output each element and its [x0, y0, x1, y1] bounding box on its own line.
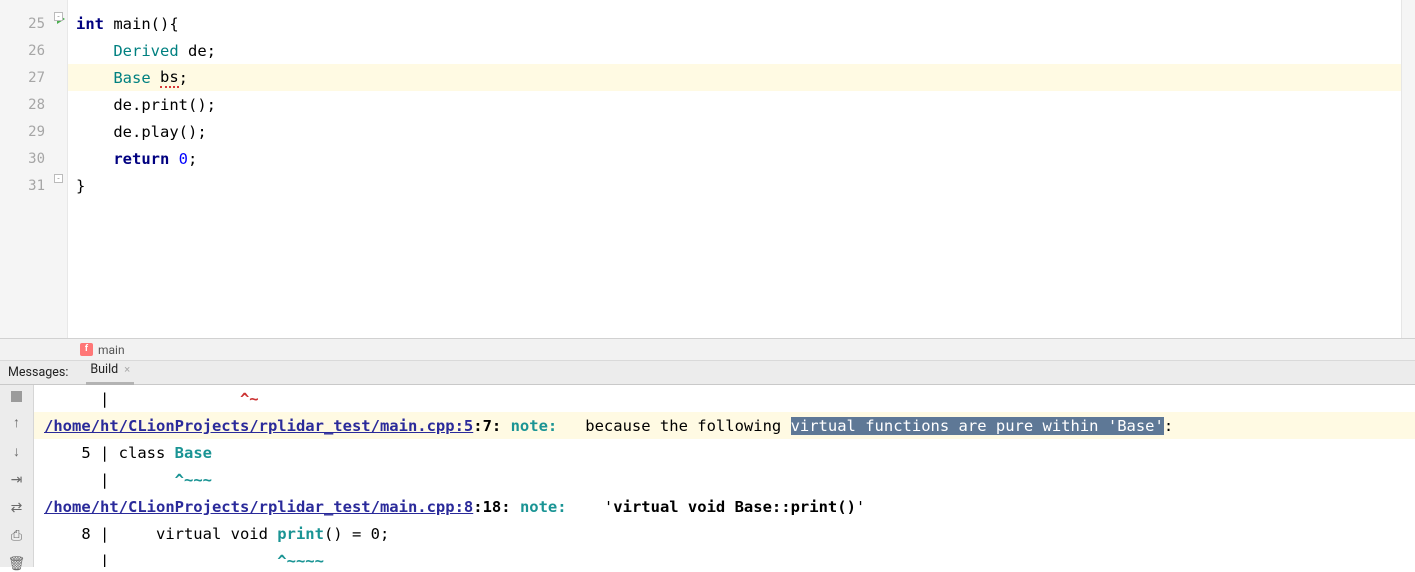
- code-token: ;: [179, 69, 188, 87]
- function-icon: f: [80, 343, 93, 356]
- code-line[interactable]: int main(){: [68, 10, 1415, 37]
- message-text: |: [44, 471, 175, 489]
- messages-toolbar: ↑ ↓ ⇥ ⇄ ⎙ 🗑: [0, 385, 34, 567]
- code-line[interactable]: de.play();: [68, 118, 1415, 145]
- code-token: Derived: [113, 42, 178, 60]
- code-line[interactable]: return 0;: [68, 145, 1415, 172]
- messages-tab-build[interactable]: Build ×: [86, 361, 134, 385]
- selected-text: ': [1155, 417, 1164, 435]
- code-token: ;: [188, 150, 197, 168]
- stop-icon: [11, 391, 22, 402]
- message-text: :7:: [473, 417, 510, 435]
- message-text: |: [44, 552, 277, 568]
- code-line[interactable]: [68, 0, 1415, 10]
- code-token: [76, 42, 113, 60]
- message-text: 8 | virtual void: [44, 525, 277, 543]
- code-line[interactable]: }: [68, 172, 1415, 199]
- message-line[interactable]: /home/ht/CLionProjects/rplidar_test/main…: [34, 412, 1415, 439]
- file-link[interactable]: /home/ht/CLionProjects/rplidar_test/main…: [44, 417, 473, 435]
- message-text: 5 | class: [44, 444, 175, 462]
- code-token: de.play();: [76, 123, 207, 141]
- messages-panel: ↑ ↓ ⇥ ⇄ ⎙ 🗑 | ^~ /home/ht/CLionProjects/r…: [0, 385, 1415, 567]
- message-line[interactable]: | ^~~~: [34, 466, 1415, 493]
- message-text: :18:: [473, 498, 520, 516]
- message-line[interactable]: 8 | virtual void print() = 0;: [34, 520, 1415, 547]
- next-message-button[interactable]: ↓: [7, 443, 27, 460]
- code-token: int: [76, 15, 113, 33]
- code-token: de.print();: [76, 96, 216, 114]
- scroll-to-button[interactable]: ⇄: [7, 500, 27, 516]
- message-text: Base: [175, 444, 212, 462]
- message-line[interactable]: | ^~~~~: [34, 547, 1415, 567]
- message-line[interactable]: /home/ht/CLionProjects/rplidar_test/main…: [34, 493, 1415, 520]
- breadcrumb-bar: f main: [0, 339, 1415, 361]
- close-icon[interactable]: ×: [124, 363, 130, 376]
- message-text: because the following: [557, 417, 790, 435]
- message-text: ^~~~~: [277, 552, 324, 568]
- message-text: () = 0;: [324, 525, 389, 543]
- messages-output[interactable]: | ^~ /home/ht/CLionProjects/rplidar_test/…: [34, 385, 1415, 567]
- code-token: }: [76, 177, 85, 195]
- stop-button[interactable]: [7, 391, 27, 402]
- file-link[interactable]: /home/ht/CLionProjects/rplidar_test/main…: [44, 498, 473, 516]
- code-line[interactable]: Derived de;: [68, 37, 1415, 64]
- selected-text: Base: [1117, 417, 1154, 435]
- code-editor: 25262728293031 - - int main(){ Derived d…: [0, 0, 1415, 339]
- message-line[interactable]: | ^~: [34, 385, 1415, 412]
- message-text: ^~: [240, 390, 259, 408]
- message-text: ': [856, 498, 865, 516]
- code-token: de;: [179, 42, 216, 60]
- code-line[interactable]: de.print();: [68, 91, 1415, 118]
- note-label: note:: [520, 498, 567, 516]
- message-text: virtual void Base::print(): [613, 498, 856, 516]
- message-text: ^~~~: [175, 471, 212, 489]
- code-token: Base: [113, 69, 150, 87]
- clear-button[interactable]: 🗑: [7, 556, 27, 572]
- messages-header: Messages: Build ×: [0, 361, 1415, 385]
- message-text: :: [1164, 417, 1173, 435]
- breadcrumb-label[interactable]: main: [98, 343, 125, 357]
- selected-text: virtual functions are pure within ': [791, 417, 1118, 435]
- message-text: print: [277, 525, 324, 543]
- fold-handle-icon[interactable]: -: [54, 174, 63, 183]
- prev-message-button[interactable]: ↑: [7, 414, 27, 431]
- message-line[interactable]: 5 | class Base: [34, 439, 1415, 466]
- soft-wrap-button[interactable]: ⇥: [7, 472, 27, 488]
- tab-label: Build: [90, 362, 118, 377]
- print-button[interactable]: ⎙: [7, 528, 27, 544]
- code-token: [151, 69, 160, 87]
- editor-gutter: 25262728293031 - -: [0, 0, 68, 338]
- code-token: return: [113, 150, 178, 168]
- message-text: ': [567, 498, 614, 516]
- code-token: 0: [179, 150, 188, 168]
- fold-column: - -: [57, 0, 67, 338]
- note-label: note:: [511, 417, 558, 435]
- fold-handle-icon[interactable]: -: [54, 12, 63, 21]
- error-stripe[interactable]: [1401, 0, 1415, 338]
- code-token: [76, 150, 113, 168]
- code-token: main(){: [113, 15, 178, 33]
- code-token: bs: [160, 68, 179, 88]
- code-line[interactable]: Base bs;: [68, 64, 1415, 91]
- code-token: [76, 69, 113, 87]
- messages-title: Messages:: [8, 365, 68, 380]
- message-text: |: [44, 390, 240, 408]
- editor-content[interactable]: int main(){ Derived de; Base bs; de.prin…: [68, 0, 1415, 338]
